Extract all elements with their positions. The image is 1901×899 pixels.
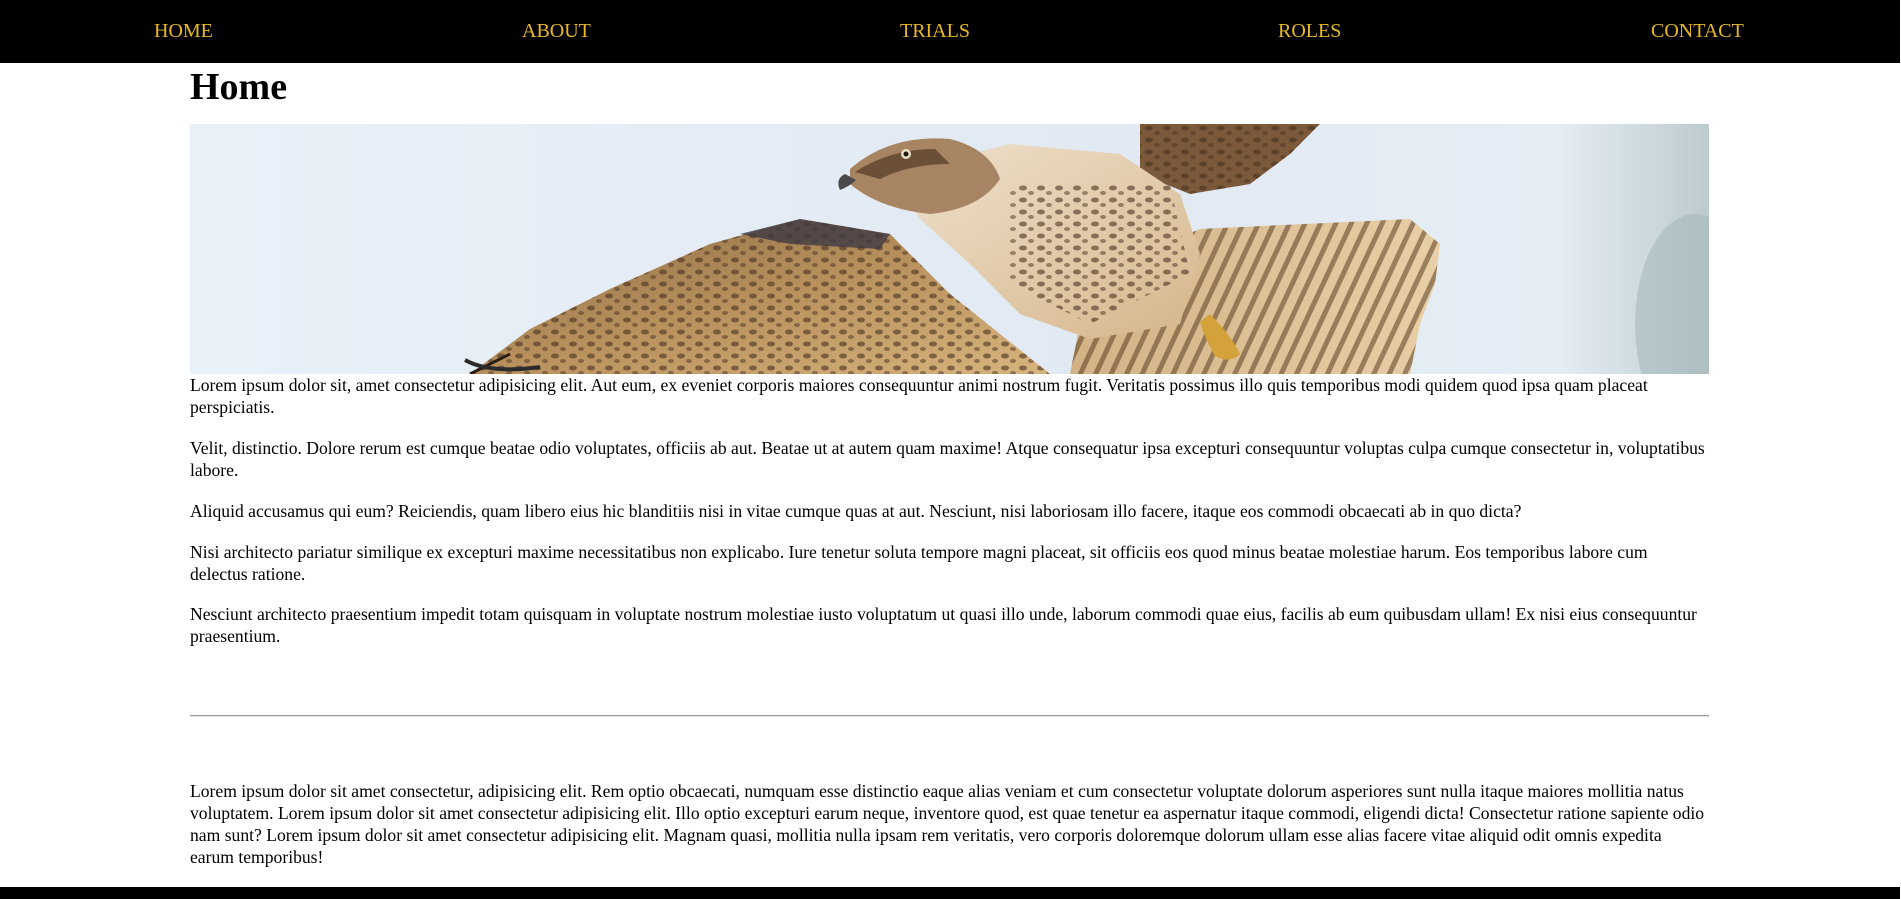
top-navigation-bar: HOME ABOUT TRIALS ROLES CONTACT <box>0 0 1901 63</box>
paragraph-1: Lorem ipsum dolor sit, amet consectetur … <box>190 375 1648 417</box>
paragraph-4: Nisi architecto pariatur similique ex ex… <box>190 542 1648 584</box>
paragraph-3: Aliquid accusamus qui eum? Reiciendis, q… <box>190 501 1522 521</box>
nav-link-trials[interactable]: TRIALS <box>900 19 970 43</box>
hero-image-hawk <box>190 124 1709 374</box>
page: HOME ABOUT TRIALS ROLES CONTACT Home Lor… <box>0 0 1901 899</box>
page-title: Home <box>190 66 288 108</box>
nav-link-home[interactable]: HOME <box>154 19 213 43</box>
nav-link-about[interactable]: ABOUT <box>522 19 591 43</box>
paragraph-2: Velit, distinctio. Dolore rerum est cumq… <box>190 438 1705 480</box>
section-divider <box>190 715 1709 717</box>
bottom-paragraph: Lorem ipsum dolor sit amet consectetur, … <box>190 781 1705 867</box>
nav-link-roles[interactable]: ROLES <box>1278 19 1341 43</box>
footer-bar <box>0 887 1901 899</box>
nav-link-contact[interactable]: CONTACT <box>1651 19 1744 43</box>
hawk-illustration <box>190 124 1709 374</box>
paragraph-5: Nesciunt architecto praesentium impedit … <box>190 604 1697 646</box>
